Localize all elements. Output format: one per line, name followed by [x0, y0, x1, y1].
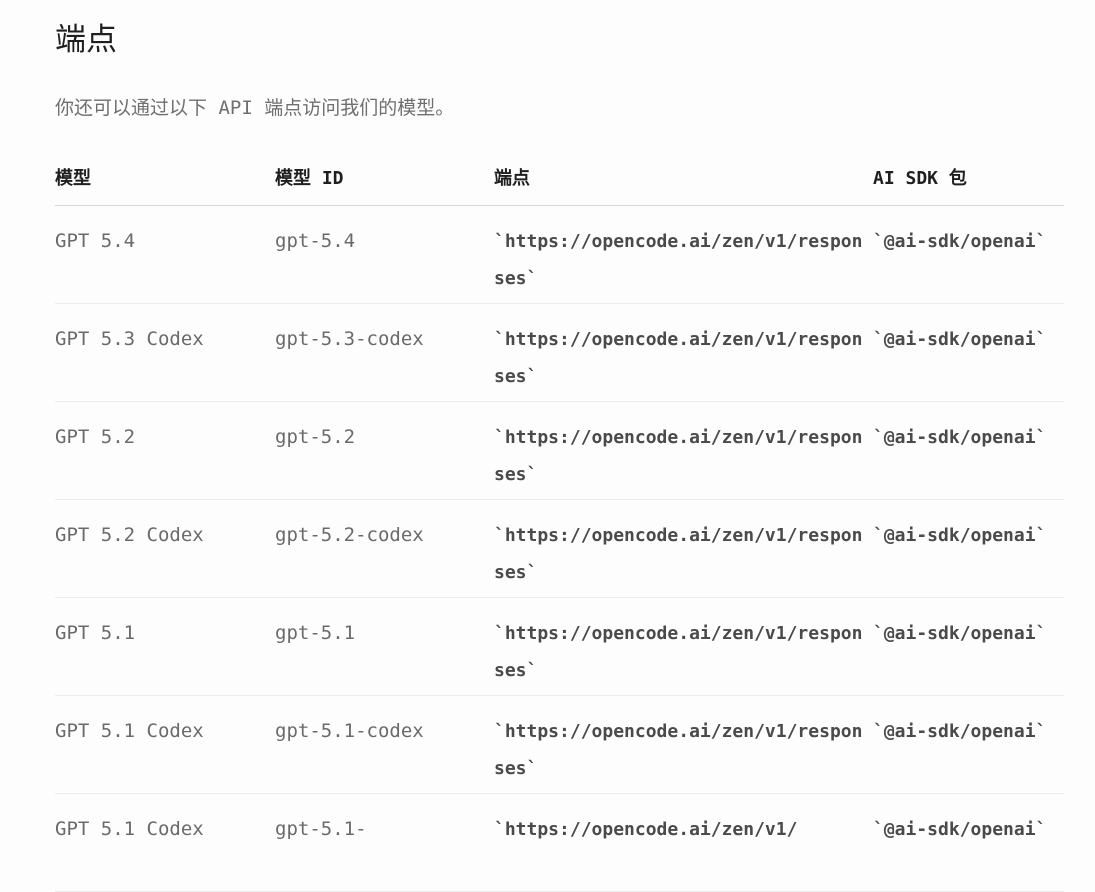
header-model: 模型 [55, 150, 275, 206]
table-header: 模型 模型 ID 端点 AI SDK 包 [55, 150, 1064, 206]
model-name: GPT 5.2 [55, 401, 275, 500]
model-name: GPT 5.2 Codex [55, 499, 275, 598]
model-id: gpt-5.2-codex [275, 499, 494, 598]
table-row: GPT 5.1 gpt-5.1 `https://opencode.ai/zen… [55, 597, 1064, 696]
model-id: gpt-5.2 [275, 401, 494, 500]
table-row: GPT 5.2 gpt-5.2 `https://opencode.ai/zen… [55, 401, 1064, 500]
table-row: GPT 5.4 gpt-5.4 `https://opencode.ai/zen… [55, 205, 1064, 304]
model-id: gpt-5.1- [275, 793, 494, 892]
sdk-package: `@ai-sdk/openai` [873, 303, 1064, 402]
model-name: GPT 5.1 Codex [55, 695, 275, 794]
table-row: GPT 5.3 Codex gpt-5.3-codex `https://ope… [55, 303, 1064, 402]
endpoint-url: `https://opencode.ai/zen/v1/responses` [494, 401, 873, 500]
model-id: gpt-5.1 [275, 597, 494, 696]
model-id: gpt-5.1-codex [275, 695, 494, 794]
model-name: GPT 5.1 [55, 597, 275, 696]
endpoint-url: `https://opencode.ai/zen/v1/ [494, 793, 873, 892]
models-table: 模型 模型 ID 端点 AI SDK 包 GPT 5.4 gpt-5.4 `ht… [55, 150, 1064, 892]
table-row: GPT 5.2 Codex gpt-5.2-codex `https://ope… [55, 499, 1064, 598]
sdk-package: `@ai-sdk/openai` [873, 499, 1064, 598]
endpoint-url: `https://opencode.ai/zen/v1/responses` [494, 303, 873, 402]
section-title: 端点 [55, 22, 117, 58]
endpoint-url: `https://opencode.ai/zen/v1/responses` [494, 695, 873, 794]
model-name: GPT 5.3 Codex [55, 303, 275, 402]
sdk-package: `@ai-sdk/openai` [873, 793, 1064, 892]
sdk-package: `@ai-sdk/openai` [873, 205, 1064, 304]
header-endpoint: 端点 [494, 150, 873, 206]
endpoint-url: `https://opencode.ai/zen/v1/responses` [494, 499, 873, 598]
sdk-package: `@ai-sdk/openai` [873, 401, 1064, 500]
model-name: GPT 5.4 [55, 205, 275, 304]
endpoint-url: `https://opencode.ai/zen/v1/responses` [494, 597, 873, 696]
header-model-id: 模型 ID [275, 150, 494, 206]
sdk-package: `@ai-sdk/openai` [873, 695, 1064, 794]
model-id: gpt-5.4 [275, 205, 494, 304]
table-row: GPT 5.1 Codex gpt-5.1-codex `https://ope… [55, 695, 1064, 794]
endpoint-url: `https://opencode.ai/zen/v1/responses` [494, 205, 873, 304]
model-name: GPT 5.1 Codex [55, 793, 275, 892]
sdk-package: `@ai-sdk/openai` [873, 597, 1064, 696]
model-id: gpt-5.3-codex [275, 303, 494, 402]
table-header-row: 模型 模型 ID 端点 AI SDK 包 [55, 150, 1064, 206]
header-sdk-package: AI SDK 包 [873, 150, 1064, 206]
section-intro: 你还可以通过以下 API 端点访问我们的模型。 [55, 97, 455, 119]
table-body: GPT 5.4 gpt-5.4 `https://opencode.ai/zen… [55, 205, 1064, 892]
table-row: GPT 5.1 Codex gpt-5.1- `https://opencode… [55, 793, 1064, 892]
